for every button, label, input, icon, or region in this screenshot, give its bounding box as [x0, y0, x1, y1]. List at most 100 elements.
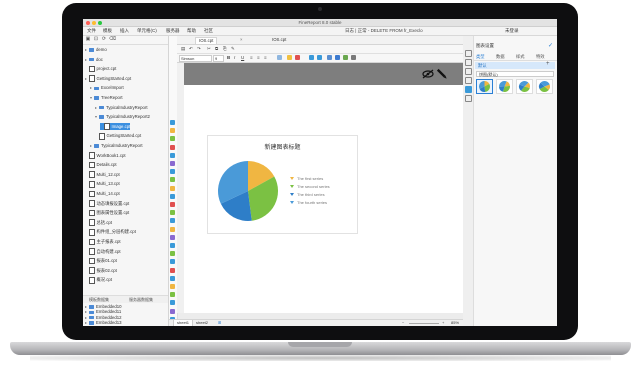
tree-folder[interactable]: ▾ TreeReport	[90, 94, 123, 101]
property-tool-icon[interactable]	[465, 50, 472, 57]
tree-folder[interactable]: ▸ doc	[85, 56, 103, 63]
menu-file[interactable]: 文件	[87, 28, 96, 34]
legend-item[interactable]: The first series	[290, 176, 323, 181]
tree-folder[interactable]: ▸ TypicalIndustryReport	[90, 142, 143, 149]
border-icon[interactable]	[277, 55, 282, 60]
pie-chart[interactable]: 新建图表标题 The first series The second series…	[207, 135, 358, 234]
chart-widget-icon[interactable]	[170, 284, 175, 289]
menu-cell[interactable]: 单元格(C)	[137, 28, 157, 34]
tree-file[interactable]: 图表属性设置.cpt	[85, 209, 129, 217]
pie-variant-thumbnail[interactable]	[476, 79, 493, 94]
property-tool-icon[interactable]	[465, 77, 472, 84]
tree-file[interactable]: Multi_13.cpt	[85, 180, 120, 188]
insert-formula-icon[interactable]	[351, 55, 356, 60]
tree-file[interactable]: 动态填报设置.cpt	[85, 200, 129, 207]
copy-icon[interactable]: ⧉	[215, 46, 218, 51]
property-tool-icon[interactable]	[465, 86, 472, 93]
refresh-icon[interactable]: ⟳	[101, 37, 107, 42]
font-color-icon[interactable]	[295, 55, 300, 60]
chart-widget-icon[interactable]	[170, 193, 175, 199]
menu-help[interactable]: 帮助	[187, 28, 196, 34]
underline-button[interactable]: U	[241, 55, 244, 60]
zoom-out-icon[interactable]: −	[399, 320, 407, 326]
chart-widget-icon[interactable]	[170, 169, 175, 175]
tree-folder[interactable]: ▸ ExcelImport	[90, 84, 124, 91]
paste-icon[interactable]: ⎘	[223, 46, 227, 51]
menu-community[interactable]: 社区	[204, 28, 213, 34]
chart-widget-icon[interactable]	[170, 234, 175, 240]
align-right-icon[interactable]: ≡	[264, 55, 267, 60]
new-template-icon[interactable]: ▣	[85, 37, 91, 42]
tree-file[interactable]: 构件组_分层构建.cpt	[85, 228, 136, 236]
chart-widget-icon[interactable]	[170, 152, 175, 158]
pie-subtype-select[interactable]: 饼图(默认)	[476, 71, 554, 77]
close-tab-icon[interactable]: ×	[237, 37, 246, 43]
chart-type-row[interactable]	[475, 62, 555, 69]
tree-file[interactable]: Details.cpt	[85, 161, 117, 169]
hide-eye-icon[interactable]	[422, 69, 434, 79]
menu-insert[interactable]: 插入	[120, 28, 129, 34]
chart-widget-icon[interactable]	[170, 136, 175, 142]
undo-icon[interactable]: ↶	[189, 46, 193, 52]
embedded-dataset-item[interactable]: ▸ Embedded10	[85, 304, 122, 309]
tab-ios-2[interactable]: IOS.cpt	[269, 37, 289, 43]
chart-widget-icon[interactable]	[170, 161, 175, 166]
insert-row-icon[interactable]	[317, 55, 322, 60]
tree-file[interactable]: 报表01.cpt	[85, 257, 117, 265]
legend-item[interactable]: The fourth series	[290, 200, 327, 205]
zoom-slider[interactable]	[409, 320, 439, 326]
chart-widget-icon[interactable]	[170, 259, 175, 265]
chart-widget-icon[interactable]	[170, 267, 175, 273]
legend-item[interactable]: The second series	[290, 184, 330, 189]
chart-widget-icon[interactable]	[170, 251, 175, 257]
cut-icon[interactable]: ✂	[207, 46, 211, 52]
bold-button[interactable]: B	[227, 55, 230, 60]
tree-file[interactable]: Multi_14.cpt	[85, 190, 120, 198]
tree-file[interactable]: 主子报表.cpt	[85, 238, 121, 246]
add-sheet-icon[interactable]: ⊞	[215, 320, 224, 326]
open-icon[interactable]: ⊡	[93, 37, 99, 42]
chart-widget-icon[interactable]	[170, 275, 175, 281]
tree-file[interactable]: GettingStarted.cpt	[95, 132, 141, 140]
tree-folder[interactable]: ▾ TypicalIndustryReport2	[95, 113, 150, 120]
insert-image-icon[interactable]	[327, 55, 332, 60]
tree-file[interactable]: Multi_12.cpt	[85, 171, 120, 178]
add-chart-icon[interactable]: +	[546, 61, 550, 67]
property-tool-icon[interactable]	[465, 68, 472, 75]
tab-template-dataset[interactable]: 模板数据集	[89, 297, 109, 303]
delete-icon[interactable]: ⌫	[109, 37, 116, 42]
chart-widget-icon[interactable]	[170, 226, 175, 232]
chart-widget-icon[interactable]	[170, 177, 175, 183]
edit-pencil-icon[interactable]	[436, 68, 448, 80]
tree-file[interactable]: WorkBook1.cpt	[85, 152, 126, 159]
chart-widget-icon[interactable]	[170, 292, 175, 298]
italic-button[interactable]: I	[234, 55, 235, 60]
tree-file[interactable]: 自动构建.cpt	[85, 248, 121, 255]
property-tool-icon[interactable]	[465, 95, 472, 102]
redo-icon[interactable]: ↷	[197, 46, 201, 52]
tab-style[interactable]: 样式	[516, 54, 525, 60]
legend-item[interactable]: The third series	[290, 192, 325, 197]
apply-check-icon[interactable]: ✓	[548, 42, 553, 49]
format-brush-icon[interactable]: ✎	[231, 46, 235, 52]
tree-file[interactable]: Image.cpt	[100, 122, 131, 130]
tree-file[interactable]: 总括.cpt	[85, 219, 112, 226]
tree-file[interactable]: project.cpt	[85, 65, 116, 73]
chart-widget-icon[interactable]	[170, 210, 175, 216]
tree-file[interactable]: ▸ GettingStarted.cpt	[85, 75, 131, 82]
tree-file[interactable]: 概况.cpt	[85, 276, 112, 284]
merge-cell-icon[interactable]	[309, 55, 314, 60]
zoom-in-icon[interactable]: +	[439, 320, 447, 326]
insert-sub-report-icon[interactable]	[343, 55, 348, 60]
tab-sheet1[interactable]: sheet1	[173, 320, 194, 326]
tab-sheet2[interactable]: sheet2	[193, 320, 211, 326]
align-center-icon[interactable]: ≡	[257, 55, 260, 60]
chart-widget-icon[interactable]	[170, 218, 175, 224]
chart-widget-icon[interactable]	[170, 120, 175, 125]
embedded-dataset-item[interactable]: ▸ Embedded12	[85, 315, 122, 320]
insert-chart-icon[interactable]	[335, 55, 340, 60]
fill-color-icon[interactable]	[287, 55, 292, 60]
align-left-icon[interactable]: ≡	[250, 55, 253, 60]
pie-variant-thumbnail[interactable]	[516, 79, 533, 94]
save-icon[interactable]: ▤	[181, 46, 185, 52]
